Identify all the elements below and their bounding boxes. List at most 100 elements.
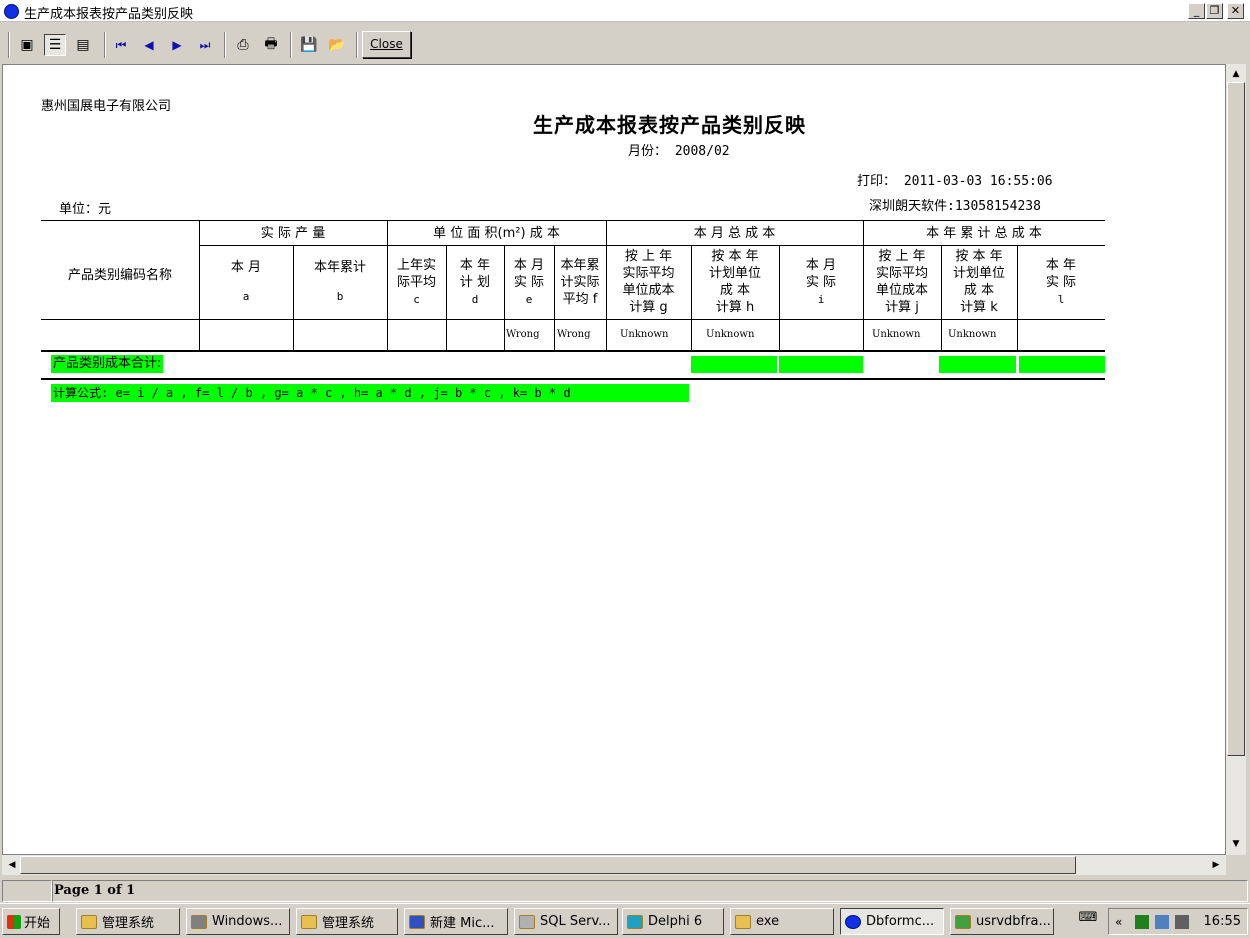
col-j-line1: 按 上 年 xyxy=(878,249,926,264)
monitor-icon xyxy=(191,914,207,929)
column-header-k: 按 本 年 计划单位 成 本 计算 k xyxy=(941,246,1017,318)
col-d-line1: 本 年 xyxy=(459,257,491,273)
whole-page-icon[interactable]: ▣ xyxy=(16,34,38,56)
taskbar-item[interactable]: 管理系统 xyxy=(296,908,398,935)
document-icon xyxy=(409,914,425,929)
full-size-icon[interactable]: ▤ xyxy=(72,34,94,56)
close-preview-button[interactable]: Close xyxy=(362,31,411,58)
scroll-down-icon[interactable]: ▼ xyxy=(1228,836,1244,852)
folder-icon xyxy=(735,914,751,929)
report-title: 生产成本报表按产品类别反映 xyxy=(533,113,806,137)
tray-media-icon[interactable] xyxy=(1155,915,1169,929)
toolbar-separator xyxy=(224,32,226,58)
title-bar: 生产成本报表按产品类别反映 _ ❐ ✕ xyxy=(0,0,1250,22)
page-width-icon[interactable]: ☰ xyxy=(44,34,66,56)
horizontal-scrollbar[interactable]: ◀ ▶ xyxy=(2,855,1226,875)
page-indicator: Page 1 of 1 xyxy=(54,883,136,898)
app-window: 生产成本报表按产品类别反映 _ ❐ ✕ ▣ ☰ ▤ ⏮ ◀ ▶ ⏭ ⎙ 🖶 💾 … xyxy=(0,0,1250,938)
col-j-line4: 计算 j xyxy=(885,300,919,315)
printer-setup-icon[interactable]: ⎙ xyxy=(232,34,254,56)
start-label: 开始 xyxy=(24,916,51,931)
col-g-line3: 单位成本 xyxy=(622,283,675,298)
tray-chevron-icon[interactable]: « xyxy=(1115,915,1129,929)
column-header-c: 上年实 际平均 c xyxy=(387,249,446,315)
formula-note: 计算公式: e= i / a , f= l / b , g= a * c , h… xyxy=(51,384,689,402)
tray-network-icon[interactable] xyxy=(1175,915,1189,929)
col-g-line1: 按 上 年 xyxy=(624,249,673,264)
tray-app-icon[interactable] xyxy=(1135,915,1149,929)
column-header-f: 本年累 计实际 平均 f xyxy=(554,249,606,315)
column-header-line xyxy=(41,319,1105,320)
col-h-line1: 按 本 年 xyxy=(711,249,759,264)
print-icon[interactable]: 🖶 xyxy=(260,34,282,56)
taskbar-item-label: exe xyxy=(756,914,780,929)
previous-page-icon[interactable]: ◀ xyxy=(138,34,160,56)
column-header-d: 本 年 计 划 d xyxy=(446,249,504,315)
toolbar-separator xyxy=(8,32,10,58)
taskbar-item[interactable]: SQL Serv... xyxy=(514,908,618,935)
sum-row-label: 产品类别成本合计: xyxy=(51,355,164,373)
cell-e: Wrong xyxy=(506,329,540,340)
horizontal-scroll-thumb[interactable] xyxy=(20,856,1076,874)
taskbar-item[interactable]: usrvdbfra... xyxy=(950,908,1054,935)
cell-j: Unknown xyxy=(872,329,921,340)
window-title: 生产成本报表按产品类别反映 xyxy=(24,7,194,22)
status-cell xyxy=(2,880,52,902)
last-page-icon[interactable]: ⏭ xyxy=(194,34,216,56)
app-icon xyxy=(4,4,19,19)
taskbar-item[interactable]: Delphi 6 xyxy=(622,908,724,935)
taskbar-item[interactable]: exe xyxy=(730,908,834,935)
system-tray: « 16:55 xyxy=(1108,908,1248,935)
toolbar: ▣ ☰ ▤ ⏮ ◀ ▶ ⏭ ⎙ 🖶 💾 📂 xyxy=(0,26,1250,62)
cell-h: Unknown xyxy=(706,329,755,340)
taskbar-item-label: usrvdbfra... xyxy=(976,914,1051,929)
sum-cell-h xyxy=(691,356,777,373)
col-i-line1: 本 月 xyxy=(805,257,837,273)
save-icon[interactable]: 💾 xyxy=(298,34,320,56)
taskbar-item[interactable]: 管理系统 xyxy=(76,908,180,935)
scroll-up-icon[interactable]: ▲ xyxy=(1228,66,1244,82)
column-header-b: 本年累计 b xyxy=(293,249,387,315)
vertical-scroll-thumb[interactable] xyxy=(1227,82,1245,756)
cell-k: Unknown xyxy=(948,329,997,340)
folder-icon xyxy=(301,914,317,929)
toolbar-separator xyxy=(104,32,106,58)
taskbar-item-label: 新建 Mic... xyxy=(430,916,495,931)
taskbar-item[interactable]: 新建 Mic... xyxy=(404,908,508,935)
col-b-label: 本年累计 xyxy=(313,260,366,275)
group-actual-output: 实 际 产 量 xyxy=(260,225,326,241)
sum-row-line xyxy=(41,378,1105,380)
col-h-line2: 计划单位 xyxy=(708,266,761,281)
taskbar-item-active[interactable]: Dbformc... xyxy=(840,908,944,935)
col-d-line2: 计 划 xyxy=(459,274,491,290)
open-folder-icon[interactable]: 📂 xyxy=(326,34,348,56)
start-button[interactable]: 开始 xyxy=(2,908,60,935)
folder-icon xyxy=(81,914,97,929)
minimize-button[interactable]: _ xyxy=(1188,3,1205,19)
taskbar-item-label: Dbformc... xyxy=(866,914,935,929)
column-header-h: 按 本 年 计划单位 成 本 计算 h xyxy=(691,246,779,318)
col-e-line2: 实 际 xyxy=(513,274,545,290)
print-time: 打印： 2011-03-03 16:55:06 xyxy=(857,174,1053,189)
vertical-scrollbar[interactable]: ▲ ▼ xyxy=(1226,64,1246,855)
close-window-button[interactable]: ✕ xyxy=(1227,3,1244,19)
column-header-a: 本 月 a xyxy=(199,249,293,315)
taskbar-item[interactable]: Windows... xyxy=(186,908,290,935)
app-icon xyxy=(845,914,861,929)
report-month: 月份： 2008/02 xyxy=(628,144,730,159)
keyboard-icon[interactable]: ⌨ xyxy=(1078,910,1098,930)
close-preview-label: Close xyxy=(370,37,403,51)
row-header: 产品类别编码名称 xyxy=(67,267,172,283)
group-month-total: 本 月 总 成 本 xyxy=(693,225,776,241)
scroll-right-icon[interactable]: ▶ xyxy=(1208,857,1224,873)
col-f-line2: 计实际 xyxy=(560,274,600,290)
company-name: 惠州国展电子有限公司 xyxy=(41,99,172,114)
col-l-line2: 实 际 xyxy=(1045,274,1077,290)
col-k-line3: 成 本 xyxy=(963,283,995,298)
column-header-g: 按 上 年 实际平均 单位成本 计算 g xyxy=(606,246,691,318)
taskbar-item-label: Windows... xyxy=(212,914,283,929)
scroll-left-icon[interactable]: ◀ xyxy=(4,857,20,873)
restore-button[interactable]: ❐ xyxy=(1206,3,1223,19)
first-page-icon[interactable]: ⏮ xyxy=(110,34,132,56)
next-page-icon[interactable]: ▶ xyxy=(166,34,188,56)
